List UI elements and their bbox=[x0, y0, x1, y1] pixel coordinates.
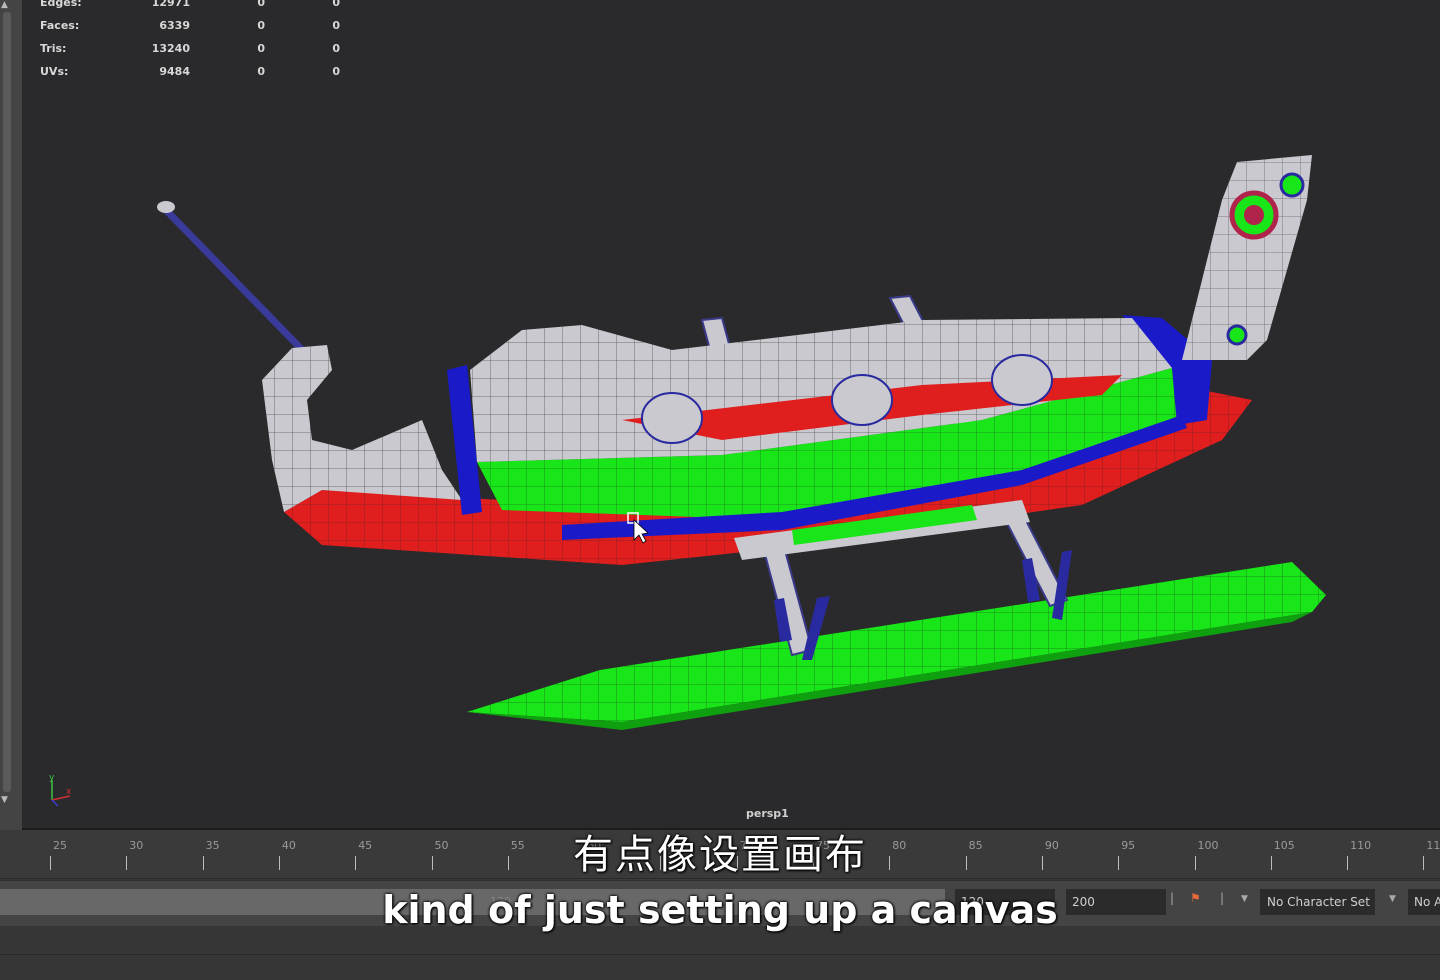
scroll-up-icon[interactable]: ▲ bbox=[1, 0, 8, 10]
scroll-down-icon[interactable]: ▼ bbox=[1, 795, 8, 805]
axis-x-label: x bbox=[66, 787, 72, 797]
subtitle-chinese: 有点像设置画布 bbox=[573, 832, 867, 878]
view-axis-indicator: y x bbox=[46, 772, 86, 816]
trireme-model[interactable] bbox=[22, 0, 1440, 828]
axis-y-label: y bbox=[49, 773, 55, 783]
divider bbox=[0, 954, 1440, 955]
bow-pole bbox=[157, 201, 315, 363]
hull bbox=[262, 315, 1252, 565]
perspective-viewport[interactable]: Edges: 12971 0 0 Faces: 6339 0 0 Tris: 1… bbox=[22, 0, 1440, 830]
stern-post bbox=[1182, 155, 1312, 360]
vertical-scrollbar[interactable] bbox=[3, 12, 11, 792]
subtitle-english: kind of just setting up a canvas bbox=[382, 888, 1058, 932]
camera-label: persp1 bbox=[746, 807, 789, 820]
command-line-area bbox=[0, 926, 1440, 980]
outrigger-float bbox=[467, 562, 1326, 730]
left-toolbar-strip: ▲ ▼ bbox=[0, 0, 22, 830]
